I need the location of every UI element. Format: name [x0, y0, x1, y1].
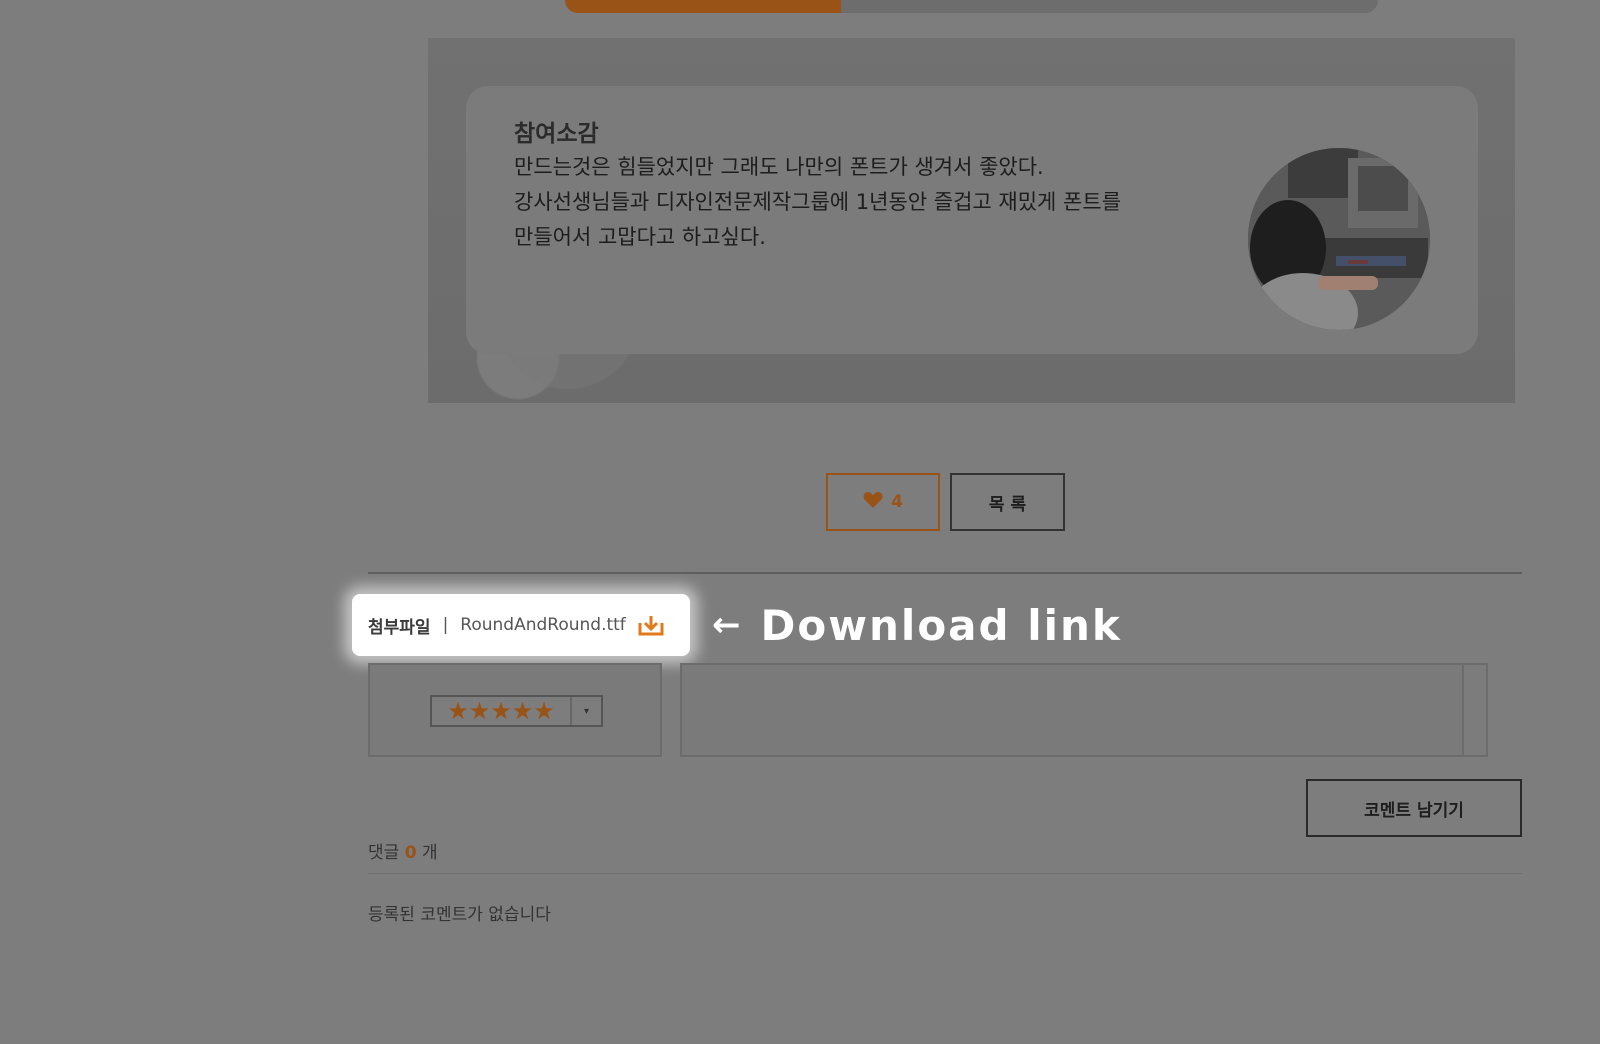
review-line: 강사선생님들과 디자인전문제작그룹에 1년동안 즐겁고 재밌게 폰트를: [514, 190, 1122, 214]
attachment-label: 첨부파일: [368, 617, 431, 638]
comment-count-number: 0: [404, 843, 417, 863]
submit-comment-button[interactable]: 코멘트 남기기: [1306, 779, 1522, 837]
annotation-arrow: ←: [712, 605, 741, 645]
review-card: 참여소감 만드는것은 힘들었지만 그래도 나만의 폰트가 생겨서 좋았다. 강사…: [466, 86, 1478, 354]
participant-photo-illustration: [1248, 148, 1430, 330]
section-divider: [368, 572, 1522, 574]
top-progress-strip: [565, 0, 1378, 13]
comment-count: 댓글 0 개: [368, 838, 438, 863]
download-icon[interactable]: [638, 614, 664, 636]
comment-count-prefix: 댓글: [368, 843, 400, 863]
attachment-separator: |: [442, 615, 449, 635]
comments-divider: [368, 873, 1522, 874]
like-count: 4: [891, 492, 903, 512]
list-button[interactable]: 목 록: [950, 473, 1065, 531]
comment-count-suffix: 개: [421, 843, 438, 863]
comment-scrollbar[interactable]: [1462, 665, 1486, 755]
attachment-row: 첨부파일 | RoundAndRound.ttf: [352, 594, 690, 656]
participant-photo: [1248, 148, 1430, 330]
rating-stars: ★★★★★: [447, 697, 555, 725]
heart-icon: [863, 491, 883, 513]
attachment-filename-link[interactable]: RoundAndRound.ttf: [460, 615, 626, 635]
top-progress-fill: [565, 0, 842, 13]
like-button[interactable]: 4: [826, 473, 940, 531]
review-text: 만드는것은 힘들었지만 그래도 나만의 폰트가 생겨서 좋았다. 강사선생님들과…: [514, 150, 1194, 255]
review-hero-image: 참여소감 만드는것은 힘들었지만 그래도 나만의 폰트가 생겨서 좋았다. 강사…: [428, 38, 1515, 403]
review-line: 만드는것은 힘들었지만 그래도 나만의 폰트가 생겨서 좋았다.: [514, 155, 1044, 179]
chevron-down-icon: ▾: [570, 697, 601, 725]
rating-select[interactable]: ★★★★★ ▾: [430, 695, 603, 727]
rating-box: ★★★★★ ▾: [368, 663, 662, 757]
download-link-annotation: ← Download link: [712, 594, 1122, 656]
comment-textarea[interactable]: [680, 663, 1488, 757]
review-line: 만들어서 고맙다고 하고싶다.: [514, 225, 766, 249]
annotation-text: Download link: [760, 600, 1122, 650]
empty-comments-message: 등록된 코멘트가 없습니다: [368, 905, 551, 925]
review-title: 참여소감: [514, 121, 599, 147]
